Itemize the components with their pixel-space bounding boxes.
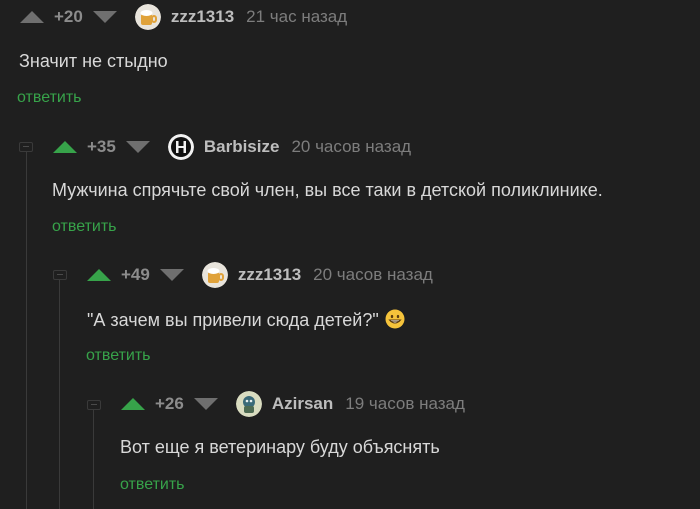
comment-rating: +35 — [87, 137, 116, 156]
comment-rating: +20 — [54, 7, 83, 26]
timestamp[interactable]: 20 часов назад — [291, 137, 411, 157]
comment-rating: +26 — [155, 394, 184, 413]
thread-line[interactable] — [26, 152, 27, 509]
comment-text: "А зачем вы привели сюда детей?" — [87, 309, 405, 334]
avatar[interactable] — [134, 4, 161, 30]
username[interactable]: zzz1313 — [171, 7, 234, 27]
collapse-icon[interactable] — [19, 142, 33, 152]
comment-text: Мужчина спрячьте свой член, вы все таки … — [52, 180, 603, 200]
username[interactable]: zzz1313 — [238, 265, 301, 285]
comment-thread: +20 zzz1313 21 час назад Значит не стыдн… — [0, 0, 700, 509]
timestamp[interactable]: 20 часов назад — [313, 265, 433, 285]
avatar[interactable] — [167, 134, 194, 160]
avatar[interactable] — [235, 391, 262, 417]
downvote-icon[interactable] — [125, 141, 150, 153]
comment-header: +49 zzz1313 20 часов назад — [87, 262, 433, 288]
reply-link[interactable]: ответить — [120, 476, 185, 494]
collapse-icon[interactable] — [87, 400, 101, 410]
upvote-icon[interactable] — [20, 11, 44, 23]
downvote-icon[interactable] — [193, 398, 218, 410]
downvote-icon[interactable] — [159, 269, 184, 281]
timestamp[interactable]: 19 часов назад — [345, 394, 465, 414]
comment-text-content: "А зачем вы привели сюда детей?" — [87, 310, 379, 330]
upvote-icon[interactable] — [121, 398, 145, 410]
timestamp[interactable]: 21 час назад — [246, 7, 347, 27]
upvote-icon[interactable] — [87, 269, 111, 281]
reply-link[interactable]: ответить — [17, 89, 82, 107]
username[interactable]: Azirsan — [272, 394, 333, 414]
comment-rating: +49 — [121, 265, 150, 284]
username[interactable]: Barbisize — [204, 137, 280, 157]
thread-line[interactable] — [59, 280, 60, 509]
downvote-icon[interactable] — [92, 11, 117, 23]
grinning-face-icon — [385, 309, 405, 334]
comment-header: +26 Azirsan 19 часов назад — [121, 391, 465, 417]
comment-text: Вот еще я ветеринару буду объяснять — [120, 437, 440, 457]
comment-header: +20 zzz1313 21 час назад — [20, 4, 347, 30]
comment-text: Значит не стыдно — [19, 51, 168, 71]
collapse-icon[interactable] — [53, 270, 67, 280]
thread-line[interactable] — [93, 410, 94, 509]
upvote-icon[interactable] — [53, 141, 77, 153]
reply-link[interactable]: ответить — [86, 347, 151, 365]
comment-header: +35 Barbisize 20 часов назад — [53, 134, 411, 160]
avatar[interactable] — [201, 262, 228, 288]
reply-link[interactable]: ответить — [52, 218, 117, 236]
